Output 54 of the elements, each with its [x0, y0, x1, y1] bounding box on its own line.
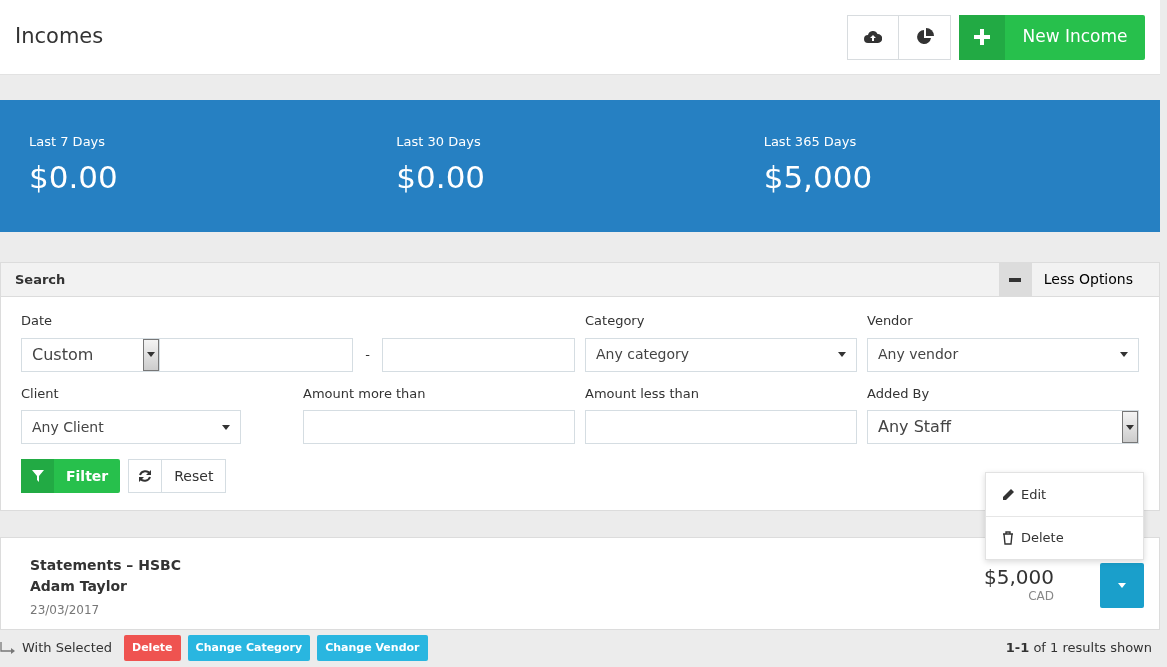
caret-icon: [838, 352, 846, 357]
with-selected-label: With Selected: [22, 639, 112, 658]
cloud-upload-icon: [864, 30, 882, 44]
stat-value: $0.00: [396, 159, 487, 194]
stat-label: Last 7 Days: [29, 133, 107, 151]
refresh-icon: [138, 469, 153, 483]
field-label: Date: [21, 312, 54, 330]
pie-chart-icon: [915, 28, 934, 46]
stat-label: Last 30 Days: [396, 133, 482, 151]
caret-icon: [147, 352, 156, 357]
date-from-field[interactable]: [160, 337, 354, 372]
stat-value: $0.00: [29, 159, 119, 194]
stat-value: $5,000: [763, 159, 874, 194]
income-title: Statements – HSBC: [30, 556, 181, 575]
select-field[interactable]: Any Staff: [867, 410, 1139, 444]
return-arrow-icon: [0, 642, 16, 654]
input-field[interactable]: [585, 410, 857, 444]
caret-icon: [1126, 424, 1134, 430]
panel-title: Search: [15, 270, 66, 289]
plus-icon: [974, 29, 990, 45]
input-field[interactable]: [303, 410, 575, 444]
menu-item[interactable]: Edit: [986, 473, 1143, 516]
reset-button[interactable]: Reset: [128, 459, 227, 493]
pencil-icon: [1001, 487, 1015, 502]
date-range-select[interactable]: Custom: [21, 337, 161, 372]
stat-label: Last 365 Days: [763, 133, 858, 151]
select-field[interactable]: Any category: [585, 337, 857, 372]
caret-icon: [1120, 352, 1128, 357]
currency-code: CAD: [1027, 588, 1054, 605]
less-options-button[interactable]: Less Options: [998, 263, 1159, 296]
menu-item[interactable]: Delete: [986, 516, 1143, 559]
chart-button[interactable]: [899, 14, 951, 60]
income-date: 23/03/2017: [30, 602, 101, 619]
page-title: Incomes: [15, 24, 104, 50]
field-label: Amount more than: [303, 384, 427, 403]
field-label: Vendor: [867, 312, 914, 330]
field-label: Amount less than: [585, 384, 701, 403]
funnel-icon: [31, 470, 44, 482]
date-separator: -: [364, 345, 371, 364]
select-field[interactable]: Any Client: [21, 410, 241, 444]
income-amount: $5,000: [984, 567, 1054, 587]
minus-icon: [1009, 277, 1022, 282]
trash-icon: [1001, 531, 1015, 545]
date-to-field[interactable]: [382, 337, 575, 372]
field-label: Added By: [867, 384, 931, 403]
upload-button[interactable]: [847, 14, 899, 60]
actions-dropdown-button[interactable]: [1100, 563, 1144, 608]
client-name: Adam Taylor: [30, 577, 128, 596]
select-field[interactable]: Any vendor: [867, 337, 1139, 372]
results-count: 1-1 of 1 results shown: [1005, 639, 1152, 658]
field-label: Client: [21, 384, 60, 403]
caret-icon: [1118, 583, 1126, 588]
caret-icon: [222, 424, 230, 430]
field-label: Category: [585, 312, 646, 330]
